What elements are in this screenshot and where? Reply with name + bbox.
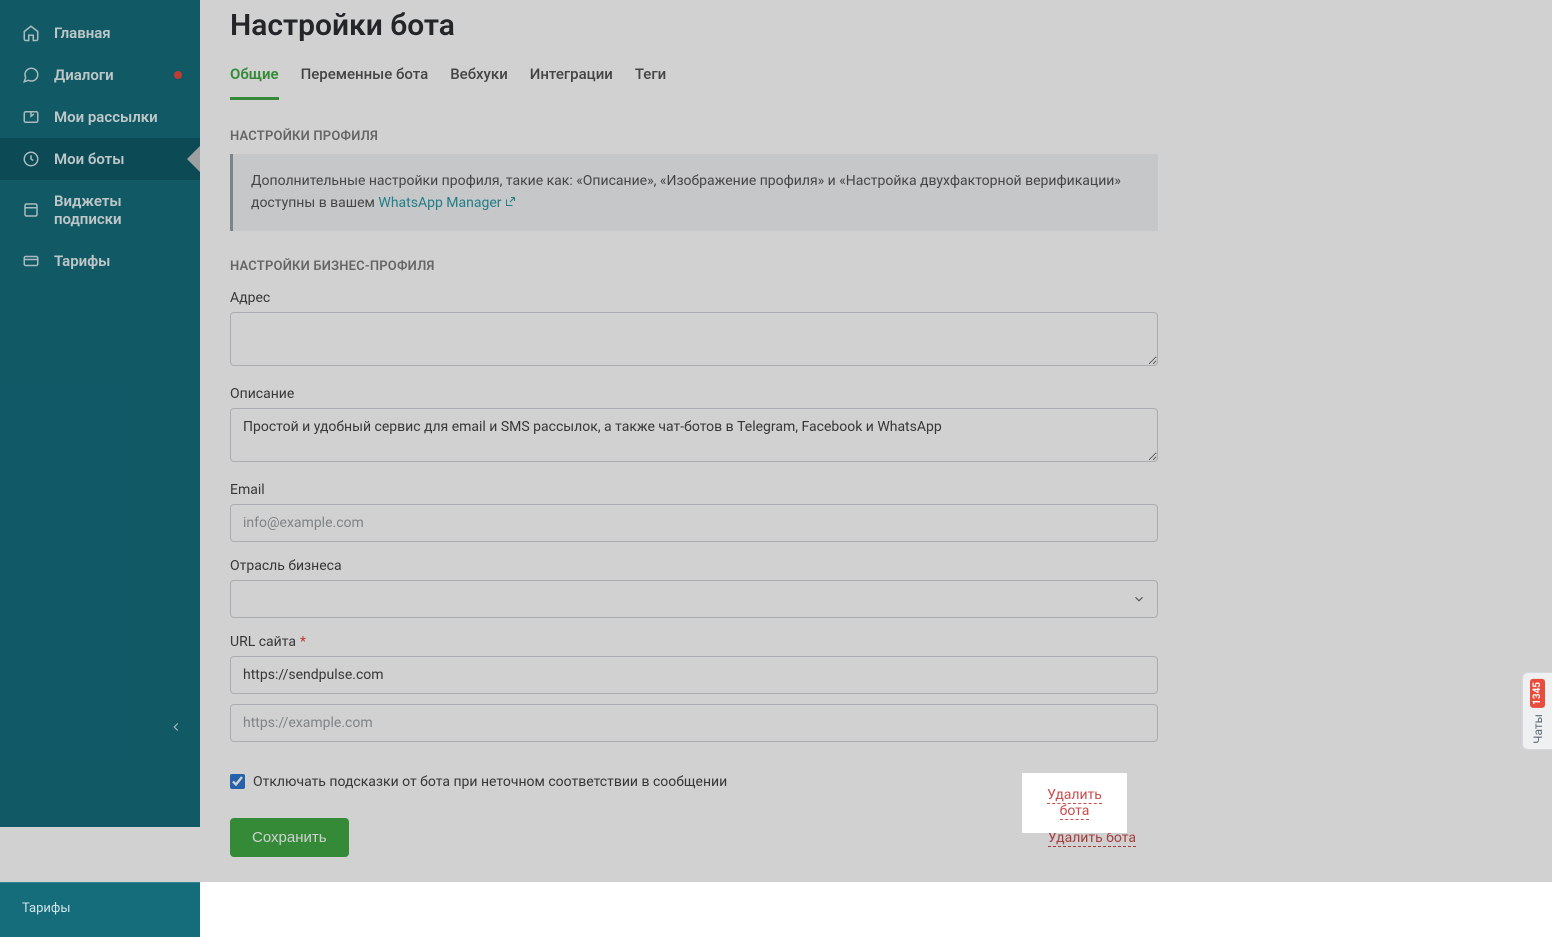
industry-select-wrap xyxy=(230,580,1158,618)
footer-row: Сохранить Удалить бота xyxy=(230,816,1158,884)
description-input[interactable] xyxy=(230,408,1158,462)
delete-highlight: Удалить бота xyxy=(1022,773,1127,833)
sidebar-item-label: Мои боты xyxy=(54,150,124,168)
profile-section: НАСТРОЙКИ ПРОФИЛЯ Дополнительные настрой… xyxy=(230,129,1158,231)
sidebar-item-home[interactable]: Главная xyxy=(0,12,200,54)
home-icon xyxy=(22,24,40,42)
sidebar-item-label: Мои рассылки xyxy=(54,108,158,126)
sidebar-bottom-tariff[interactable]: Тарифы xyxy=(0,882,200,937)
active-arrow-icon xyxy=(187,145,201,173)
card-icon xyxy=(22,252,40,270)
tab-general[interactable]: Общие xyxy=(230,55,279,100)
chat-widget-label: Чаты xyxy=(1531,714,1545,744)
sidebar-item-widgets[interactable]: Виджеты подписки xyxy=(0,180,200,240)
external-link-icon xyxy=(504,196,516,208)
sidebar-item-label: Тарифы xyxy=(54,252,110,270)
tab-tags[interactable]: Теги xyxy=(635,55,666,100)
sidebar: Главная Диалоги Мои рассылки Мои боты xyxy=(0,0,200,827)
description-label: Описание xyxy=(230,386,1158,402)
sidebar-item-dialogs[interactable]: Диалоги xyxy=(0,54,200,96)
email-input[interactable] xyxy=(230,504,1158,542)
bot-icon xyxy=(22,150,40,168)
email-label: Email xyxy=(230,482,1158,498)
page-title: Настройки бота xyxy=(230,0,1522,55)
chat-icon xyxy=(22,66,40,84)
sidebar-collapse-button[interactable] xyxy=(164,715,188,739)
address-label: Адрес xyxy=(230,290,1158,306)
tab-webhooks[interactable]: Вебхуки xyxy=(450,55,508,100)
sidebar-item-label: Главная xyxy=(54,24,111,42)
save-button[interactable]: Сохранить xyxy=(230,818,349,857)
sidebar-item-tariffs[interactable]: Тарифы xyxy=(0,240,200,282)
whatsapp-manager-link[interactable]: WhatsApp Manager xyxy=(378,195,515,211)
sidebar-item-broadcasts[interactable]: Мои рассылки xyxy=(0,96,200,138)
sidebar-item-label: Виджеты подписки xyxy=(54,192,178,228)
business-heading: НАСТРОЙКИ БИЗНЕС-ПРОФИЛЯ xyxy=(230,259,1158,274)
chat-count-badge: 1345 xyxy=(1530,679,1545,708)
disable-hints-checkbox[interactable] xyxy=(230,774,245,789)
industry-select[interactable] xyxy=(230,580,1158,618)
delete-bot-link-highlight[interactable]: Удалить бота xyxy=(1047,787,1102,820)
url-label: URL сайта* xyxy=(230,634,1158,650)
sidebar-bottom-label: Тарифы xyxy=(22,901,70,916)
address-input[interactable] xyxy=(230,312,1158,366)
broadcast-icon xyxy=(22,108,40,126)
disable-hints-row: Отключать подсказки от бота при неточном… xyxy=(230,774,1522,790)
sidebar-item-bots[interactable]: Мои боты xyxy=(0,138,200,180)
profile-heading: НАСТРОЙКИ ПРОФИЛЯ xyxy=(230,129,1158,144)
main-content: Настройки бота Общие Переменные бота Веб… xyxy=(200,0,1552,882)
url2-input[interactable] xyxy=(230,704,1158,742)
chevron-left-icon xyxy=(169,720,183,734)
tab-integrations[interactable]: Интеграции xyxy=(530,55,613,100)
industry-label: Отрасль бизнеса xyxy=(230,558,1158,574)
chat-widget[interactable]: 1345 Чаты xyxy=(1522,672,1552,750)
sidebar-nav: Главная Диалоги Мои рассылки Мои боты xyxy=(0,0,200,282)
notification-badge xyxy=(174,71,182,79)
business-section: НАСТРОЙКИ БИЗНЕС-ПРОФИЛЯ Адрес Описание … xyxy=(230,259,1158,742)
tabs: Общие Переменные бота Вебхуки Интеграции… xyxy=(230,55,1522,101)
required-marker: * xyxy=(300,634,306,650)
widget-icon xyxy=(22,201,40,219)
sidebar-item-label: Диалоги xyxy=(54,66,114,84)
profile-info-box: Дополнительные настройки профиля, такие … xyxy=(230,154,1158,231)
url-input[interactable] xyxy=(230,656,1158,694)
tab-variables[interactable]: Переменные бота xyxy=(301,55,429,100)
disable-hints-label: Отключать подсказки от бота при неточном… xyxy=(253,774,727,790)
